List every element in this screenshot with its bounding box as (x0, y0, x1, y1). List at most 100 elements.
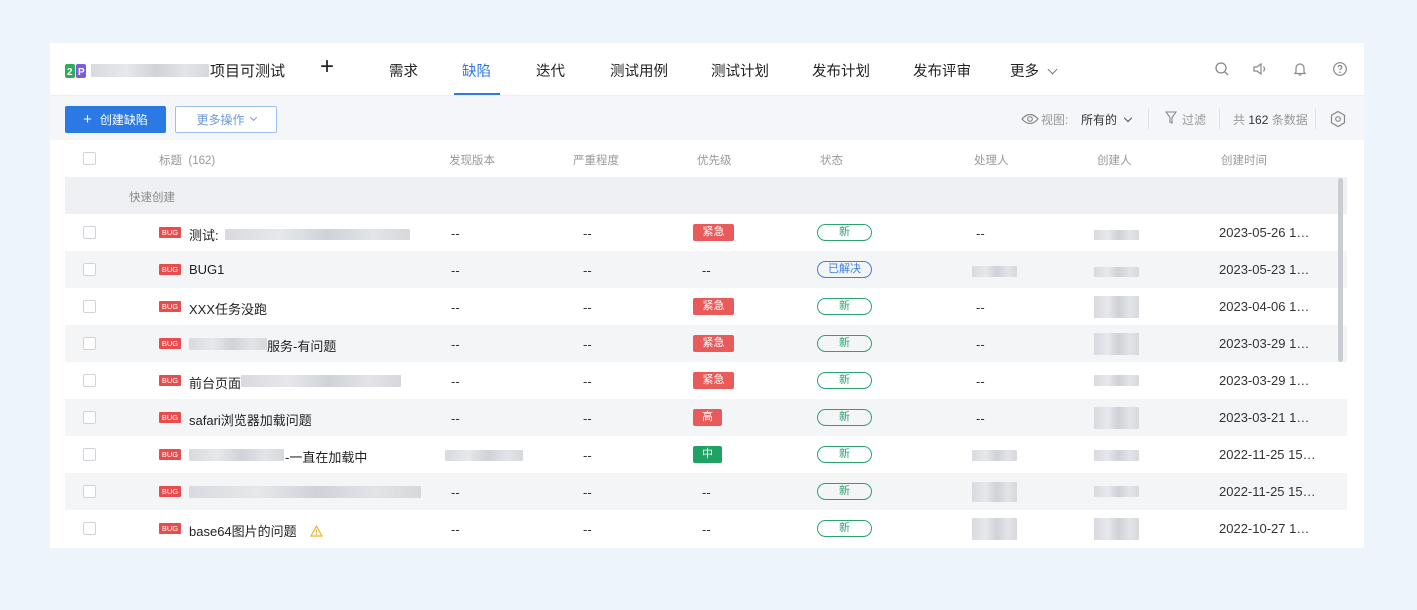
header-handler[interactable]: 处理人 (974, 152, 1009, 168)
header-created-at[interactable]: 创建时间 (1221, 152, 1267, 168)
row-creator (1094, 518, 1139, 540)
row-checkbox[interactable] (83, 263, 96, 276)
table-row[interactable]: BUG 测试: -- -- 紧急 新 -- 2023-05-26 1… (65, 214, 1347, 251)
help-icon[interactable] (1332, 61, 1348, 77)
row-checkbox[interactable] (83, 300, 96, 313)
bug-tag: BUG (159, 486, 181, 497)
row-checkbox[interactable] (83, 448, 96, 461)
nav-test-plans[interactable]: 测试计划 (711, 60, 769, 81)
vertical-scrollbar[interactable] (1338, 178, 1343, 362)
header-priority[interactable]: 优先级 (697, 152, 732, 168)
status-badge[interactable]: 新 (817, 520, 872, 537)
filter-button[interactable]: 过滤 (1182, 111, 1206, 128)
row-title[interactable]: XXX任务没跑 (189, 299, 267, 318)
row-handler: -- (976, 300, 985, 315)
row-found-version (445, 450, 523, 461)
row-checkbox[interactable] (83, 374, 96, 387)
row-checkbox[interactable] (83, 485, 96, 498)
active-tab-indicator (454, 93, 500, 95)
more-operations-button[interactable]: 更多操作 (175, 106, 277, 133)
row-handler (972, 482, 1017, 502)
row-found-version: -- (451, 226, 460, 241)
row-checkbox[interactable] (83, 411, 96, 424)
nav-requirements[interactable]: 需求 (389, 60, 418, 81)
row-creator (1094, 230, 1139, 240)
redacted-text (225, 229, 410, 240)
count-value: 162 (1248, 113, 1269, 127)
status-badge[interactable]: 新 (817, 224, 872, 241)
row-found-version: -- (451, 522, 460, 537)
status-badge[interactable]: 新 (817, 298, 872, 315)
record-count: 共 162 条数据 (1233, 111, 1308, 128)
row-checkbox[interactable] (83, 337, 96, 350)
row-title[interactable]: -一直在加载中 (285, 447, 367, 466)
filter-icon[interactable] (1165, 111, 1177, 124)
settings-icon[interactable] (1329, 110, 1347, 128)
row-handler: -- (976, 226, 985, 241)
row-checkbox[interactable] (83, 522, 96, 535)
table-row[interactable]: BUG 服务-有问题 -- -- 紧急 新 -- 2023-03-29 1… (65, 325, 1347, 362)
row-severity: -- (583, 337, 592, 352)
chevron-down-icon (249, 113, 257, 122)
bug-tag: BUG (159, 375, 181, 386)
quick-create-row[interactable]: 快速创建 (65, 177, 1347, 214)
count-suffix: 条数据 (1271, 113, 1308, 127)
table-row[interactable]: BUG base64图片的问题 -- -- -- 新 2022-10-27 1… (65, 510, 1347, 547)
search-icon[interactable] (1214, 61, 1230, 77)
divider (1315, 108, 1316, 130)
status-badge[interactable]: 新 (817, 483, 872, 500)
table-row[interactable]: BUG safari浏览器加载问题 -- -- 高 新 -- 2023-03-2… (65, 399, 1347, 436)
bell-icon[interactable] (1292, 61, 1308, 77)
row-severity: -- (583, 448, 592, 463)
nav-test-cases[interactable]: 测试用例 (610, 60, 668, 81)
header-severity[interactable]: 严重程度 (573, 152, 619, 168)
nav-release-review[interactable]: 发布评审 (913, 60, 971, 81)
header-creator[interactable]: 创建人 (1097, 152, 1132, 168)
view-value: 所有的 (1081, 113, 1118, 127)
row-severity: -- (583, 300, 592, 315)
status-badge[interactable]: 新 (817, 409, 872, 426)
svg-text:2: 2 (67, 67, 73, 78)
status-badge[interactable]: 新 (817, 372, 872, 389)
row-title[interactable]: 前台页面 (189, 373, 241, 392)
row-title-cell[interactable]: base64图片的问题 (189, 521, 324, 540)
chevron-down-icon (1047, 64, 1058, 75)
nav-release-plans[interactable]: 发布计划 (812, 60, 870, 81)
row-priority: -- (702, 485, 711, 500)
add-button[interactable]: + (320, 55, 334, 79)
create-defect-button[interactable]: + 创建缺陷 (65, 106, 166, 133)
view-select[interactable]: 所有的 (1081, 111, 1133, 128)
table-row[interactable]: BUG 前台页面 -- -- 紧急 新 -- 2023-03-29 1… (65, 362, 1347, 399)
eye-icon (1021, 113, 1039, 125)
row-creator (1094, 333, 1139, 355)
table-header: 标题 (162) 发现版本 严重程度 优先级 状态 处理人 创建人 创建时间 (65, 140, 1347, 177)
row-title[interactable]: 服务-有问题 (267, 336, 336, 355)
row-handler (972, 518, 1017, 540)
header-status[interactable]: 状态 (820, 152, 843, 168)
select-all-checkbox[interactable] (83, 152, 96, 165)
status-badge[interactable]: 新 (817, 335, 872, 352)
row-title[interactable]: 测试: (189, 225, 219, 244)
priority-badge: 紧急 (693, 372, 734, 389)
nav-more[interactable]: 更多 (1010, 60, 1058, 81)
chevron-down-icon (1123, 113, 1133, 123)
table-row[interactable]: BUG XXX任务没跑 -- -- 紧急 新 -- 2023-04-06 1… (65, 288, 1347, 325)
table-row[interactable]: BUG -- -- -- 新 2022-11-25 15… (65, 473, 1347, 510)
status-badge[interactable]: 新 (817, 446, 872, 463)
row-handler (972, 266, 1017, 277)
table-row[interactable]: BUG -一直在加载中 -- 中 新 2022-11-25 15… (65, 436, 1347, 473)
row-title[interactable]: BUG1 (189, 262, 224, 277)
redacted-text (189, 338, 267, 350)
status-badge[interactable]: 已解决 (817, 261, 872, 278)
divider (1148, 108, 1149, 130)
row-title[interactable]: safari浏览器加载问题 (189, 410, 312, 429)
speaker-icon[interactable] (1252, 61, 1268, 77)
nav-defects[interactable]: 缺陷 (462, 60, 491, 81)
header-found-version[interactable]: 发现版本 (449, 152, 495, 168)
nav-iterations[interactable]: 迭代 (536, 60, 565, 81)
row-checkbox[interactable] (83, 226, 96, 239)
nav-more-label: 更多 (1010, 64, 1039, 80)
project-name[interactable]: 项目可测试 (210, 60, 285, 81)
table-row[interactable]: BUG BUG1 -- -- -- 已解决 2023-05-23 1… (65, 251, 1347, 288)
row-severity: -- (583, 411, 592, 426)
